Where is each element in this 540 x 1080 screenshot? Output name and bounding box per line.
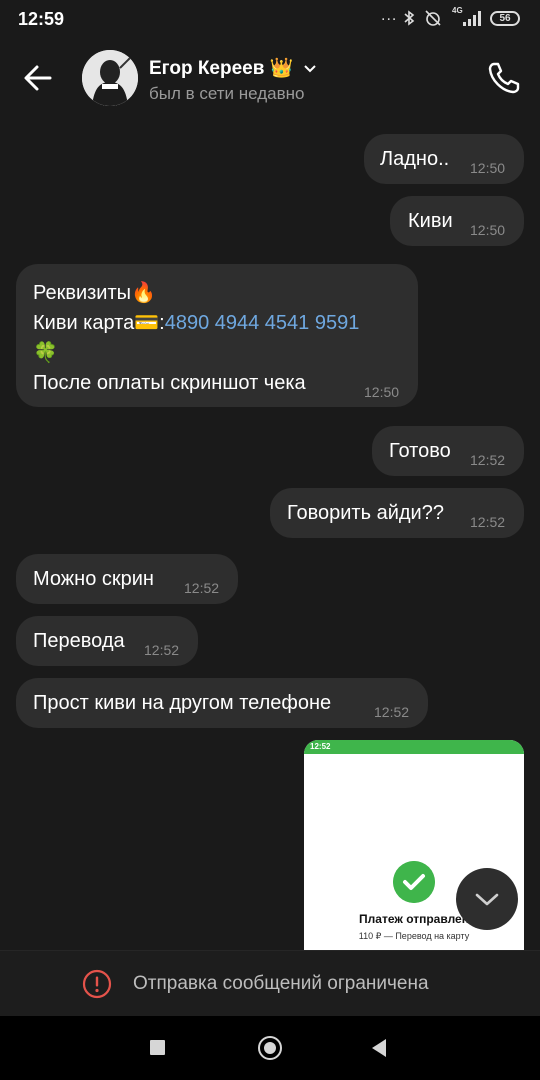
crown-emoji: 👑 — [269, 58, 294, 79]
payment-subtitle: 110 ₽ — Перевод на карту — [358, 931, 470, 941]
back-arrow-icon[interactable] — [20, 60, 56, 96]
screenshot-status-bar: 12:52 — [304, 740, 524, 754]
restriction-text: Отправка сообщений ограничена — [133, 973, 429, 994]
contact-name-text: Егор Кереев — [149, 58, 265, 79]
home-button[interactable] — [258, 1036, 282, 1060]
contact-name[interactable]: Егор Кереев 👑 — [149, 56, 317, 80]
message-time: 12:50 — [470, 160, 506, 176]
messaging-restricted-bar: Отправка сообщений ограничена — [0, 950, 540, 1017]
message-outgoing[interactable]: Киви 12:50 — [390, 196, 524, 246]
chevron-down-icon[interactable] — [303, 64, 317, 74]
bluetooth-icon — [404, 10, 415, 26]
alarm-off-icon — [425, 10, 441, 26]
message-time: 12:50 — [364, 384, 400, 400]
contact-avatar[interactable] — [82, 50, 138, 106]
message-text: Киви — [408, 210, 453, 232]
message-incoming-requisites[interactable]: Реквизиты🔥 Киви карта💳:4890 4944 4541 95… — [16, 264, 418, 407]
message-time: 12:52 — [184, 580, 220, 596]
card-number-link[interactable]: 4890 4944 4541 9591 — [165, 312, 360, 334]
scroll-down-button[interactable] — [456, 868, 518, 930]
message-time: 12:52 — [470, 452, 506, 468]
back-triangle-button[interactable] — [372, 1039, 386, 1057]
message-outgoing[interactable]: Говорить айди?? 12:52 — [270, 488, 524, 538]
message-line: После оплаты скриншот чека — [33, 372, 306, 394]
signal-icon — [463, 11, 481, 26]
card-label: Киви карта💳: — [33, 312, 165, 334]
message-incoming[interactable]: Можно скрин 12:52 — [16, 554, 238, 604]
message-text: Готово — [389, 440, 451, 462]
message-incoming[interactable]: Прост киви на другом телефоне 12:52 — [16, 678, 428, 728]
message-outgoing[interactable]: Ладно.. 12:50 — [364, 134, 524, 184]
message-line: Реквизиты🔥 — [33, 282, 156, 304]
message-text: Говорить айди?? — [287, 502, 444, 524]
message-text: Перевода — [33, 630, 125, 652]
notification-dots: ... — [381, 7, 398, 24]
warning-icon — [82, 969, 112, 999]
contact-status: был в сети недавно — [149, 84, 305, 103]
system-nav-bar — [0, 1016, 540, 1080]
check-icon — [393, 861, 435, 903]
chevron-down-icon — [475, 893, 499, 906]
message-text: Прост киви на другом телефоне — [33, 692, 332, 714]
screenshot-time: 12:52 — [310, 742, 331, 751]
battery-indicator: 56 — [490, 11, 520, 26]
message-text: Можно скрин — [33, 568, 154, 590]
phone-call-icon[interactable] — [484, 58, 524, 98]
status-bar: 12:59 ... 4G 56 — [0, 0, 540, 36]
chat-header: Егор Кереев 👑 был в сети недавно — [0, 36, 540, 116]
message-time: 12:52 — [470, 514, 506, 530]
clover-emoji: 🍀 — [33, 342, 58, 364]
message-line: Киви карта💳:4890 4944 4541 9591 — [33, 310, 359, 335]
message-time: 12:52 — [374, 704, 410, 720]
status-time: 12:59 — [18, 9, 65, 29]
message-time: 12:52 — [144, 642, 180, 658]
message-time: 12:50 — [470, 222, 506, 238]
avatar-figure-icon — [82, 50, 138, 106]
message-text: Ладно.. — [380, 148, 450, 170]
message-outgoing[interactable]: Готово 12:52 — [372, 426, 524, 476]
message-incoming[interactable]: Перевода 12:52 — [16, 616, 198, 666]
recents-button[interactable] — [150, 1040, 165, 1055]
